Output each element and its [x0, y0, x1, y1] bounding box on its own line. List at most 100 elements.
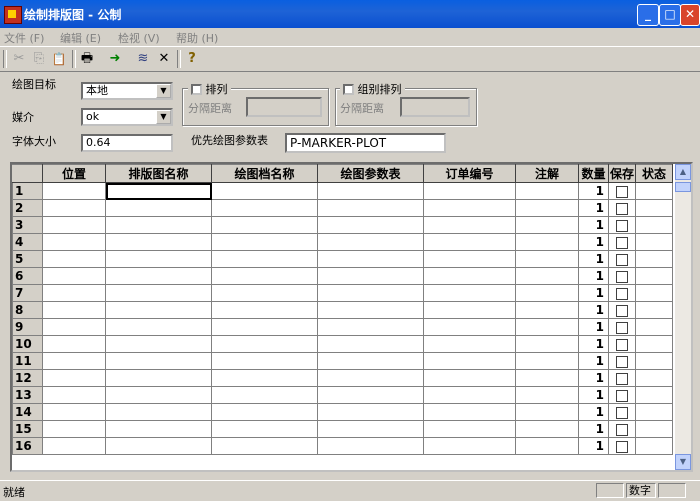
row-header[interactable]: 12 [12, 369, 43, 387]
cell-plot-params[interactable] [317, 284, 424, 302]
cell-save[interactable] [608, 352, 636, 370]
cell-status[interactable] [635, 284, 673, 302]
save-checkbox[interactable] [616, 202, 628, 215]
row-header[interactable]: 14 [12, 403, 43, 421]
cell-plot-file[interactable] [211, 437, 318, 455]
save-checkbox[interactable] [616, 236, 628, 249]
save-checkbox[interactable] [616, 253, 628, 266]
help-icon[interactable]: ? [183, 50, 201, 68]
save-checkbox[interactable] [616, 321, 628, 334]
chevron-down-icon[interactable]: ▼ [156, 110, 171, 124]
scroll-up-icon[interactable]: ▲ [675, 164, 691, 180]
table-row[interactable]: 61 [12, 267, 673, 285]
cell-plot-file[interactable] [211, 216, 318, 234]
cell-status[interactable] [635, 420, 673, 438]
row-header[interactable]: 6 [12, 267, 43, 285]
scroll-thumb[interactable] [675, 182, 691, 192]
menu-edit[interactable]: 编辑 (E) [60, 30, 101, 46]
cell-order-no[interactable] [423, 284, 516, 302]
cell-marker-name[interactable] [105, 216, 212, 234]
cell-position[interactable] [42, 233, 106, 251]
cell-plot-params[interactable] [317, 437, 424, 455]
cell-order-no[interactable] [423, 318, 516, 336]
cell-notes[interactable] [515, 420, 579, 438]
cell-plot-params[interactable] [317, 250, 424, 268]
cell-order-no[interactable] [423, 267, 516, 285]
table-row[interactable]: 13 1 [12, 386, 673, 404]
cell-status[interactable] [635, 335, 673, 353]
cell-order-no[interactable] [423, 335, 516, 353]
cell-status[interactable] [635, 216, 673, 234]
cell-position[interactable] [42, 284, 106, 302]
row-header[interactable]: 8 [12, 301, 43, 319]
maximize-button[interactable]: □ [659, 4, 681, 26]
save-checkbox[interactable] [616, 219, 628, 232]
save-checkbox[interactable] [616, 355, 628, 368]
cell-marker-name[interactable] [105, 352, 212, 370]
cell-save[interactable] [608, 369, 636, 387]
priority-input[interactable]: P-MARKER-PLOT [285, 133, 446, 153]
save-checkbox[interactable] [616, 338, 628, 351]
table-row[interactable]: 51 [12, 250, 673, 268]
cell-plot-file[interactable] [211, 403, 318, 421]
cell-order-no[interactable] [423, 403, 516, 421]
cell-plot-params[interactable] [317, 369, 424, 387]
stack-icon[interactable]: ≋ [134, 50, 152, 68]
cell-status[interactable] [635, 182, 673, 200]
save-checkbox[interactable] [616, 423, 628, 436]
cell-marker-name[interactable] [105, 182, 212, 200]
cell-quantity[interactable]: 1 [578, 233, 609, 251]
cell-quantity[interactable]: 1 [578, 182, 609, 200]
table-row[interactable]: 91 [12, 318, 673, 336]
cell-notes[interactable] [515, 437, 579, 455]
delete-x-icon[interactable]: ✕ [155, 50, 173, 68]
cell-position[interactable] [42, 301, 106, 319]
cell-order-no[interactable] [423, 182, 516, 200]
cell-marker-name[interactable] [105, 250, 212, 268]
cell-quantity[interactable]: 1 [578, 369, 609, 387]
target-combo[interactable]: 本地 ▼ [81, 82, 173, 100]
row-header[interactable]: 4 [12, 233, 43, 251]
cell-order-no[interactable] [423, 301, 516, 319]
cell-marker-name[interactable] [105, 335, 212, 353]
col-header-notes[interactable]: 注解 [515, 164, 579, 183]
cell-position[interactable] [42, 250, 106, 268]
save-checkbox[interactable] [616, 389, 628, 402]
cell-order-no[interactable] [423, 420, 516, 438]
cell-quantity[interactable]: 1 [578, 216, 609, 234]
save-checkbox[interactable] [616, 270, 628, 283]
cell-plot-file[interactable] [211, 233, 318, 251]
cell-plot-file[interactable] [211, 335, 318, 353]
cell-plot-file[interactable] [211, 301, 318, 319]
cell-status[interactable] [635, 403, 673, 421]
cell-plot-file[interactable] [211, 386, 318, 404]
cell-marker-name[interactable] [105, 233, 212, 251]
minimize-button[interactable]: _ [637, 4, 659, 26]
menu-view[interactable]: 检视 (V) [118, 30, 160, 46]
cell-order-no[interactable] [423, 352, 516, 370]
table-row[interactable]: 11 [12, 182, 673, 200]
cell-quantity[interactable]: 1 [578, 284, 609, 302]
row-header[interactable]: 7 [12, 284, 43, 302]
cell-order-no[interactable] [423, 216, 516, 234]
cell-quantity[interactable]: 1 [578, 199, 609, 217]
cell-position[interactable] [42, 267, 106, 285]
col-header-plot-file[interactable]: 绘图档名称 [211, 164, 318, 183]
cell-position[interactable] [42, 352, 106, 370]
cell-save[interactable] [608, 403, 636, 421]
print-icon[interactable]: 🖶 [78, 50, 96, 68]
cell-plot-params[interactable] [317, 420, 424, 438]
cell-order-no[interactable] [423, 386, 516, 404]
cell-save[interactable] [608, 301, 636, 319]
cell-marker-name[interactable] [105, 369, 212, 387]
cell-status[interactable] [635, 386, 673, 404]
cell-position[interactable] [42, 369, 106, 387]
cell-plot-file[interactable] [211, 318, 318, 336]
cell-quantity[interactable]: 1 [578, 420, 609, 438]
cell-quantity[interactable]: 1 [578, 352, 609, 370]
group-spacing-input[interactable] [400, 97, 470, 117]
cell-marker-name[interactable] [105, 199, 212, 217]
cell-save[interactable] [608, 250, 636, 268]
cell-save[interactable] [608, 335, 636, 353]
save-checkbox[interactable] [616, 287, 628, 300]
